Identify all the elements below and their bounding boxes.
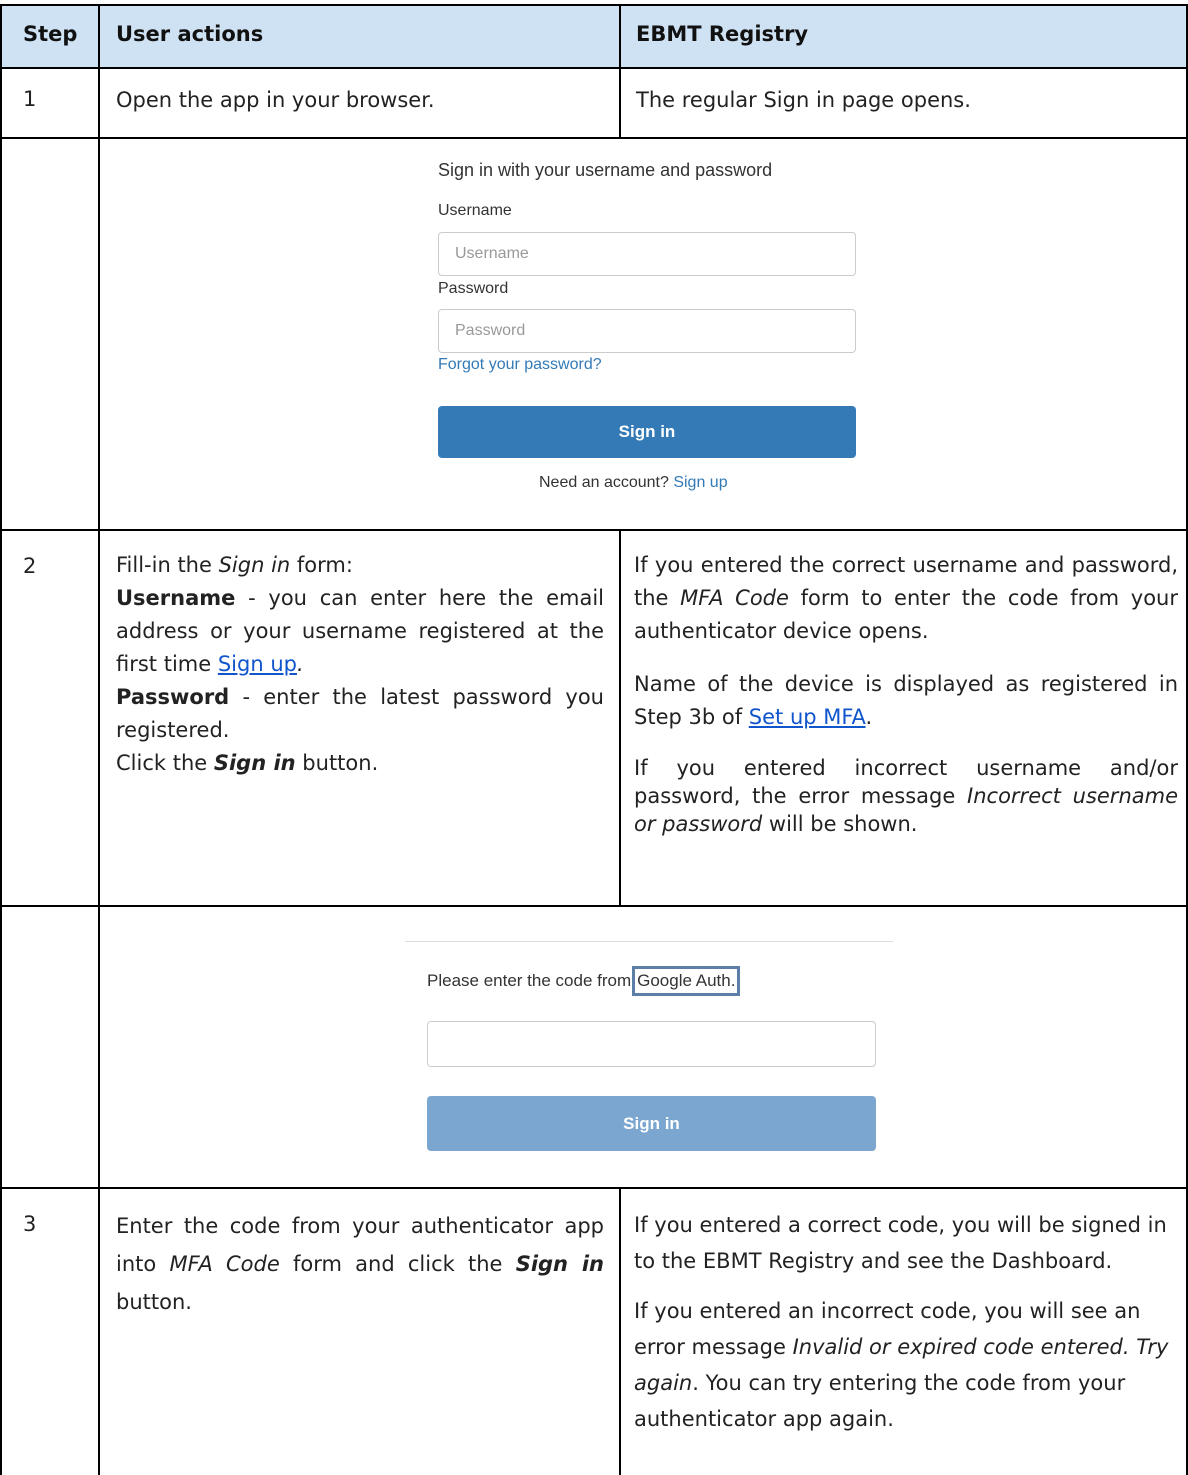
response-paragraph: If you entered the correct username and … bbox=[634, 549, 1178, 648]
header-ebmt-registry: EBMT Registry bbox=[636, 22, 809, 46]
response-paragraph: If you entered a correct code, you will … bbox=[634, 1213, 1167, 1273]
password-term: Password bbox=[116, 685, 230, 709]
text: Click the bbox=[116, 751, 214, 775]
table-border bbox=[619, 1187, 621, 1475]
emphasis: MFA Code bbox=[680, 586, 789, 610]
action-line: Fill-in the Sign in form: bbox=[116, 549, 604, 582]
emphasis: Sign in bbox=[218, 553, 291, 577]
response-paragraph: If you entered an incorrect code, you wi… bbox=[634, 1293, 1178, 1437]
table-border bbox=[619, 529, 621, 905]
sign-up-link[interactable]: Sign up bbox=[673, 474, 727, 491]
table-border bbox=[0, 137, 1188, 139]
username-input[interactable]: Username bbox=[438, 232, 856, 276]
text: Fill-in the bbox=[116, 553, 219, 577]
table-border bbox=[0, 1187, 1188, 1189]
user-action-text: Enter the code from your authenticator a… bbox=[116, 1207, 604, 1321]
sign-up-doc-link[interactable]: Sign up bbox=[218, 652, 297, 676]
username-term: Username bbox=[116, 586, 236, 610]
password-input[interactable]: Password bbox=[438, 309, 856, 353]
table-border bbox=[0, 905, 1188, 907]
header-step: Step bbox=[23, 22, 78, 46]
table-border bbox=[98, 4, 100, 1475]
instruction-table: Step User actions EBMT Registry 1 Open t… bbox=[0, 0, 1188, 1475]
registry-response-text: The regular Sign in page opens. bbox=[636, 88, 971, 112]
step-number: 3 bbox=[23, 1212, 37, 1236]
text: . bbox=[296, 652, 304, 676]
need-account-label: Need an account? bbox=[539, 474, 669, 491]
step-number: 1 bbox=[23, 87, 37, 111]
table-border bbox=[619, 4, 621, 137]
emphasis: Sign in bbox=[515, 1252, 605, 1276]
emphasis: MFA Code bbox=[169, 1252, 280, 1276]
registry-response-text: If you entered the correct username and … bbox=[634, 549, 1178, 838]
response-paragraph: Name of the device is displayed as regis… bbox=[634, 668, 1178, 734]
mfa-code-input[interactable] bbox=[427, 1021, 876, 1067]
header-user-actions: User actions bbox=[116, 22, 264, 46]
text: form and click the bbox=[279, 1252, 516, 1276]
table-border bbox=[0, 4, 1188, 6]
divider bbox=[405, 941, 893, 942]
action-line: Click the Sign in button. bbox=[116, 747, 604, 780]
table-border bbox=[0, 529, 1188, 531]
text: . You can try entering the code from you… bbox=[634, 1371, 1126, 1431]
forgot-password-link[interactable]: Forgot your password? bbox=[438, 356, 602, 374]
text: button. bbox=[116, 1290, 192, 1314]
username-label: Username bbox=[438, 202, 512, 219]
action-paragraph: Username - you can enter here the email … bbox=[116, 582, 604, 681]
emphasis: Sign in bbox=[213, 751, 296, 775]
response-paragraph: If you entered incorrect username and/or… bbox=[634, 754, 1178, 838]
set-up-mfa-link[interactable]: Set up MFA bbox=[749, 705, 866, 729]
mfa-prompt: Please enter the code from Google Auth. bbox=[427, 966, 741, 996]
action-paragraph: Password - enter the latest password you… bbox=[116, 681, 604, 747]
step-number: 2 bbox=[23, 554, 37, 578]
text: . bbox=[865, 705, 873, 729]
table-border bbox=[0, 67, 1188, 69]
mfa-prompt-text: Please enter the code from bbox=[427, 971, 632, 990]
user-action-text: Fill-in the Sign in form: Username - you… bbox=[116, 549, 604, 780]
user-action-text: Open the app in your browser. bbox=[116, 88, 435, 112]
signin-title: Sign in with your username and password bbox=[438, 160, 773, 180]
need-account-text: Need an account? Sign up bbox=[539, 474, 728, 492]
text: button. bbox=[295, 751, 379, 775]
sign-in-button[interactable]: Sign in bbox=[438, 406, 856, 458]
text: form: bbox=[290, 553, 353, 577]
password-label: Password bbox=[438, 280, 509, 297]
table-border bbox=[0, 4, 2, 1475]
registry-response-text: If you entered a correct code, you will … bbox=[634, 1207, 1178, 1437]
mfa-sign-in-button[interactable]: Sign in bbox=[427, 1096, 876, 1151]
text: will be shown. bbox=[762, 812, 918, 836]
device-name-highlight: Google Auth. bbox=[632, 966, 741, 996]
text: Name of the device is displayed as regis… bbox=[634, 672, 1178, 729]
